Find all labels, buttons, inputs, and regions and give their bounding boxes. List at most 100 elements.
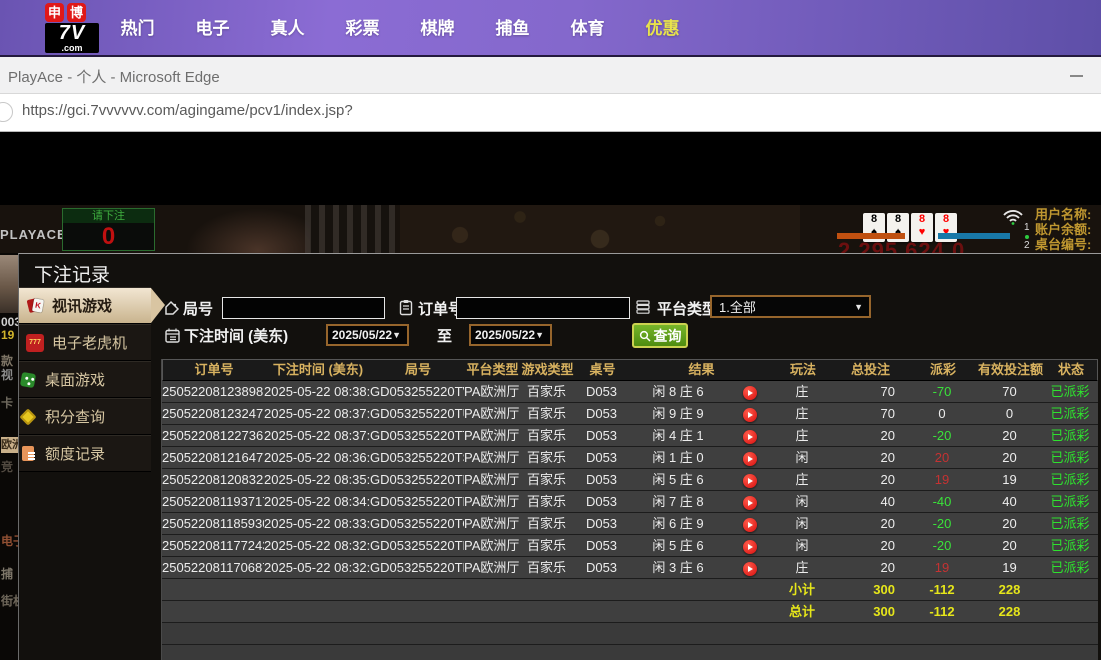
sidebar-item[interactable]: 视讯游戏 (19, 287, 151, 324)
table-row: 250522081170687 2025-05-22 08:32:22 GD05… (162, 557, 1098, 579)
header-result: 结果 (630, 360, 773, 380)
replay-button[interactable] (743, 408, 757, 422)
cell-table: D053 (574, 469, 629, 490)
playace-brand: PLAYACE (0, 227, 67, 242)
cell-platform: PA欧洲厅 (464, 535, 519, 556)
cell-order: 250522081208322 (162, 469, 264, 490)
round-tag-icon (164, 300, 181, 317)
replay-button[interactable] (743, 430, 757, 444)
sidebar-item-label: 积分查询 (45, 406, 105, 427)
minimize-button[interactable] (1070, 75, 1083, 77)
header-status: 状态 (1043, 360, 1099, 380)
cell-valid: 0 (977, 403, 1042, 424)
background-fragment: 电子 (1, 532, 18, 549)
cell-bet: 20 (832, 557, 907, 578)
panel-title: 下注记录 (34, 260, 110, 287)
cell-result: 闲 6 庄 9 (629, 513, 727, 534)
cell-play: 庄 (772, 425, 832, 446)
cell-time: 2025-05-22 08:34:23 (264, 491, 370, 512)
seat-number: 2 (1024, 240, 1030, 253)
bet-prompt-label: 请下注 (63, 209, 154, 223)
date-from-value: 2025/05/22 (328, 328, 392, 342)
header-order: 订单号 (163, 360, 265, 380)
nav-item[interactable]: 优惠 (625, 0, 700, 57)
empty-row (162, 645, 1098, 660)
nav-item[interactable]: 体育 (550, 0, 625, 57)
page-background (0, 132, 1101, 205)
cell-payout: -40 (907, 491, 977, 512)
nav-item[interactable]: 彩票 (325, 0, 400, 57)
cell-time: 2025-05-22 08:32:22 (264, 557, 370, 578)
play-icon (748, 456, 753, 462)
address-bar[interactable]: https://gci.7vvvvvv.com/agingame/pcv1/in… (0, 94, 1101, 132)
replay-button[interactable] (743, 474, 757, 488)
replay-button[interactable] (743, 496, 757, 510)
cell-round: GD053255220TM (370, 557, 464, 578)
table-games-icon (20, 371, 36, 387)
background-fragment: 卡 (1, 394, 13, 411)
cell-bet: 40 (832, 491, 907, 512)
logo-suffix: .com (47, 44, 97, 53)
round-input[interactable] (222, 297, 385, 319)
nav-item[interactable]: 电子 (175, 0, 250, 57)
play-icon (748, 500, 753, 506)
play-icon (748, 522, 753, 528)
cell-play: 庄 (772, 403, 832, 424)
replay-button[interactable] (743, 386, 757, 400)
cell-time: 2025-05-22 08:36:25 (264, 447, 370, 468)
query-button-label: 查询 (654, 326, 682, 346)
cell-time: 2025-05-22 08:37:23 (264, 425, 370, 446)
cell-order: 250522081170687 (162, 557, 264, 578)
background-fragment: 19 (1, 328, 14, 342)
site-logo[interactable]: 申 博 7V .com (45, 3, 99, 53)
sidebar-item[interactable]: 积分查询 (19, 398, 151, 435)
cell-platform: PA欧洲厅 (464, 469, 519, 490)
date-from-select[interactable]: 2025/05/22 ▼ (326, 324, 409, 346)
nav-item[interactable]: 捕鱼 (475, 0, 550, 57)
replay-button[interactable] (743, 562, 757, 576)
subtotal-payout: -112 (907, 579, 977, 600)
cell-valid: 70 (977, 381, 1042, 402)
replay-button[interactable] (743, 540, 757, 554)
cell-round: GD053255220TV (370, 381, 464, 402)
play-icon (748, 412, 753, 418)
sidebar-item[interactable]: 电子老虎机 (19, 324, 151, 361)
nav-item[interactable]: 真人 (250, 0, 325, 57)
logo-text: 7V (47, 23, 97, 44)
cell-order: 250522081193717 (162, 491, 264, 512)
cell-game: 百家乐 (519, 381, 574, 402)
cell-game: 百家乐 (519, 469, 574, 490)
platform-select[interactable]: 1.全部 ▼ (710, 295, 871, 318)
cell-status: 已派彩 (1042, 535, 1098, 556)
background-fragment: 街机 (1, 592, 18, 609)
wifi-icon (1002, 209, 1024, 225)
url-text: https://gci.7vvvvvv.com/agingame/pcv1/in… (22, 102, 353, 119)
cell-play: 庄 (772, 469, 832, 490)
date-to-select[interactable]: 2025/05/22 ▼ (469, 324, 552, 346)
replay-button[interactable] (743, 518, 757, 532)
table-row: 250522081208322 2025-05-22 08:35:39 GD05… (162, 469, 1098, 491)
play-icon (748, 390, 753, 396)
order-input[interactable] (456, 297, 630, 319)
points-query-icon (20, 408, 37, 425)
nav-item[interactable]: 热门 (100, 0, 175, 57)
round-filter-label: 局号 (183, 298, 213, 319)
cell-status: 已派彩 (1042, 425, 1098, 446)
chevron-down-icon: ▼ (535, 330, 550, 340)
cell-table: D053 (574, 403, 629, 424)
cell-time: 2025-05-22 08:32:57 (264, 535, 370, 556)
query-button[interactable]: 查询 (632, 323, 688, 348)
cell-play: 庄 (772, 557, 832, 578)
sidebar-item[interactable]: 额度记录 (19, 435, 151, 472)
cell-payout: 0 (907, 403, 977, 424)
total-valid: 228 (977, 601, 1042, 622)
nav-item[interactable]: 棋牌 (400, 0, 475, 57)
cell-round: GD053255220TP (370, 491, 464, 512)
play-icon (748, 544, 753, 550)
sidebar-item[interactable]: 桌面游戏 (19, 361, 151, 398)
chevron-down-icon: ▼ (854, 302, 869, 312)
cell-round: GD053255220TS (370, 447, 464, 468)
cell-status: 已派彩 (1042, 513, 1098, 534)
cell-round: GD053255220TR (370, 469, 464, 490)
replay-button[interactable] (743, 452, 757, 466)
